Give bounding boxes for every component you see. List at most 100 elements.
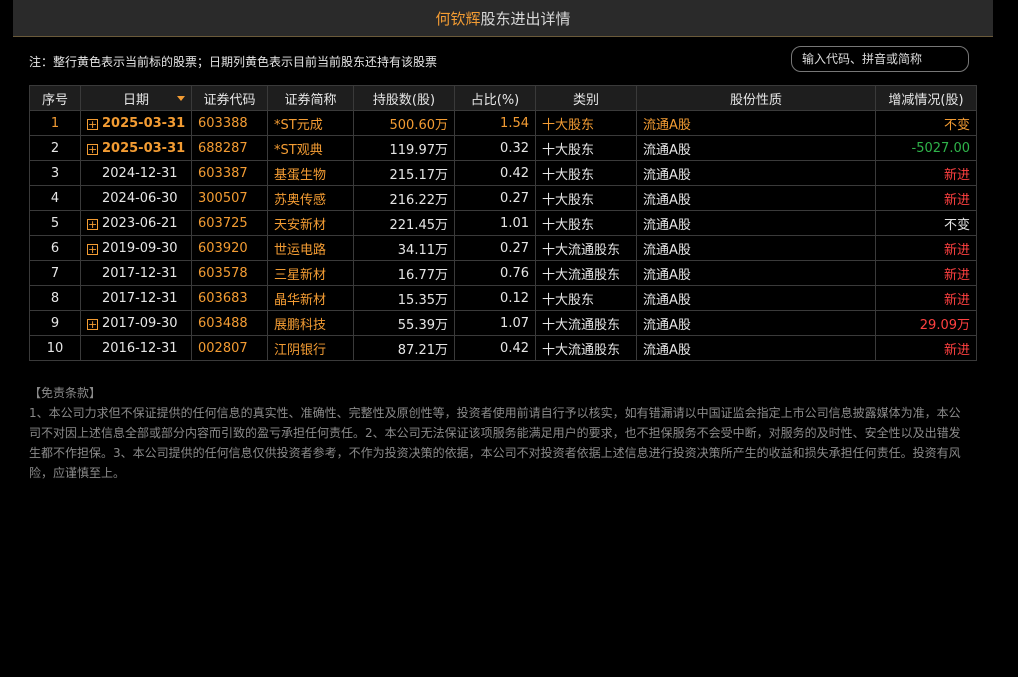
cell-no: 6 <box>29 235 81 261</box>
cell-type: 十大股东 <box>535 185 637 211</box>
cell-code[interactable]: 300507 <box>191 185 268 211</box>
table-row: 4 2024-06-30 300507 苏奥传感 216.22万 0.27 十大股东 流通A股… <box>29 185 977 211</box>
cell-stock-name[interactable]: 苏奥传感 <box>267 185 354 211</box>
cell-code[interactable]: 603387 <box>191 160 268 186</box>
cell-stock-name[interactable]: *ST观典 <box>267 135 354 161</box>
col-header-ratio: 占比(%) <box>454 85 536 111</box>
cell-change: 新进 <box>875 160 977 186</box>
cell-code[interactable]: 603725 <box>191 210 268 236</box>
cell-stock-name[interactable]: 世运电路 <box>267 235 354 261</box>
col-header-change: 增减情况(股) <box>875 85 977 111</box>
cell-date: 2024-12-31 <box>80 160 192 186</box>
cell-ratio: 1.54 <box>454 110 536 136</box>
col-header-date[interactable]: 日期 <box>80 85 192 111</box>
cell-date: +2025-03-31 <box>80 135 192 161</box>
cell-shares: 119.97万 <box>353 135 455 161</box>
cell-nature: 流通A股 <box>636 160 876 186</box>
cell-code[interactable]: 603488 <box>191 310 268 336</box>
cell-date: 2017-12-31 <box>80 260 192 286</box>
table-row: 5 +2023-06-21 603725 天安新材 221.45万 1.01 十大股东 流通A… <box>29 210 977 236</box>
cell-type: 十大股东 <box>535 135 637 161</box>
expand-icon[interactable]: + <box>87 118 98 130</box>
table-row: 6 +2019-09-30 603920 世运电路 34.11万 0.27 十大流通股东 流通… <box>29 235 977 261</box>
cell-change: 新进 <box>875 260 977 286</box>
cell-type: 十大股东 <box>535 160 637 186</box>
legend-note: 注：整行黄色表示当前标的股票；日期列黄色表示目前当前股东还持有该股票 <box>29 55 438 69</box>
table-header-row: 序号 日期 证券代码 证券简称 持股数(股) 占比(%) 类别 股份性质 增减情… <box>29 85 977 111</box>
sort-desc-icon[interactable] <box>177 96 185 101</box>
col-header-date-label: 日期 <box>122 92 149 108</box>
expand-icon[interactable]: + <box>87 218 98 230</box>
disclaimer-title: 【免责条款】 <box>29 386 102 400</box>
cell-date: 2024-06-30 <box>80 185 192 211</box>
title-bar: 何钦辉 股东进出详情 <box>13 0 993 37</box>
cell-shares: 215.17万 <box>353 160 455 186</box>
cell-nature: 流通A股 <box>636 235 876 261</box>
cell-nature: 流通A股 <box>636 210 876 236</box>
cell-code[interactable]: 603578 <box>191 260 268 286</box>
cell-code[interactable]: 603388 <box>191 110 268 136</box>
cell-date-value: 2017-12-31 <box>102 290 178 306</box>
cell-stock-name[interactable]: 三星新材 <box>267 260 354 286</box>
cell-ratio: 0.12 <box>454 285 536 311</box>
cell-type: 十大流通股东 <box>535 260 637 286</box>
table-row: 3 2024-12-31 603387 基蛋生物 215.17万 0.42 十大股东 流通A股… <box>29 160 977 186</box>
cell-code[interactable]: 603920 <box>191 235 268 261</box>
cell-type: 十大股东 <box>535 285 637 311</box>
cell-ratio: 1.01 <box>454 210 536 236</box>
cell-stock-name[interactable]: 江阴银行 <box>267 335 354 361</box>
cell-type: 十大流通股东 <box>535 310 637 336</box>
cell-type: 十大流通股东 <box>535 335 637 361</box>
cell-change: 不变 <box>875 110 977 136</box>
cell-stock-name[interactable]: 展鹏科技 <box>267 310 354 336</box>
col-header-shares: 持股数(股) <box>353 85 455 111</box>
cell-shares: 55.39万 <box>353 310 455 336</box>
cell-ratio: 0.32 <box>454 135 536 161</box>
cell-nature: 流通A股 <box>636 110 876 136</box>
cell-nature: 流通A股 <box>636 335 876 361</box>
cell-stock-name[interactable]: 基蛋生物 <box>267 160 354 186</box>
cell-code[interactable]: 688287 <box>191 135 268 161</box>
cell-change: 新进 <box>875 235 977 261</box>
disclaimer: 【免责条款】 1、本公司力求但不保证提供的任何信息的真实性、准确性、完整性及原创… <box>29 383 969 483</box>
cell-shares: 16.77万 <box>353 260 455 286</box>
cell-no: 10 <box>29 335 81 361</box>
cell-stock-name[interactable]: *ST元成 <box>267 110 354 136</box>
page-title: 股东进出详情 <box>480 9 571 28</box>
cell-ratio: 0.27 <box>454 235 536 261</box>
holdings-table: 序号 日期 证券代码 证券简称 持股数(股) 占比(%) 类别 股份性质 增减情… <box>29 85 977 361</box>
cell-date: 2017-12-31 <box>80 285 192 311</box>
cell-type: 十大流通股东 <box>535 235 637 261</box>
cell-no: 1 <box>29 110 81 136</box>
expand-icon[interactable]: + <box>87 243 98 255</box>
cell-date-value: 2024-06-30 <box>102 190 178 206</box>
cell-date: +2025-03-31 <box>80 110 192 136</box>
cell-date-value: 2019-09-30 <box>102 240 178 256</box>
cell-date: +2017-09-30 <box>80 310 192 336</box>
expand-icon[interactable]: + <box>87 318 98 330</box>
cell-code[interactable]: 002807 <box>191 335 268 361</box>
cell-nature: 流通A股 <box>636 285 876 311</box>
cell-stock-name[interactable]: 天安新材 <box>267 210 354 236</box>
cell-type: 十大股东 <box>535 110 637 136</box>
cell-change: 不变 <box>875 210 977 236</box>
cell-change: -5027.00 <box>875 135 977 161</box>
cell-date-value: 2023-06-21 <box>102 215 178 231</box>
cell-code[interactable]: 603683 <box>191 285 268 311</box>
col-header-nature: 股份性质 <box>636 85 876 111</box>
cell-ratio: 0.42 <box>454 160 536 186</box>
cell-no: 4 <box>29 185 81 211</box>
cell-nature: 流通A股 <box>636 310 876 336</box>
cell-change: 新进 <box>875 335 977 361</box>
cell-no: 3 <box>29 160 81 186</box>
shareholder-name[interactable]: 何钦辉 <box>435 8 480 29</box>
cell-shares: 216.22万 <box>353 185 455 211</box>
cell-no: 2 <box>29 135 81 161</box>
cell-shares: 221.45万 <box>353 210 455 236</box>
expand-icon[interactable]: + <box>87 143 98 155</box>
search-input[interactable] <box>791 46 969 72</box>
cell-shares: 87.21万 <box>353 335 455 361</box>
cell-stock-name[interactable]: 晶华新材 <box>267 285 354 311</box>
cell-date: 2016-12-31 <box>80 335 192 361</box>
cell-shares: 15.35万 <box>353 285 455 311</box>
